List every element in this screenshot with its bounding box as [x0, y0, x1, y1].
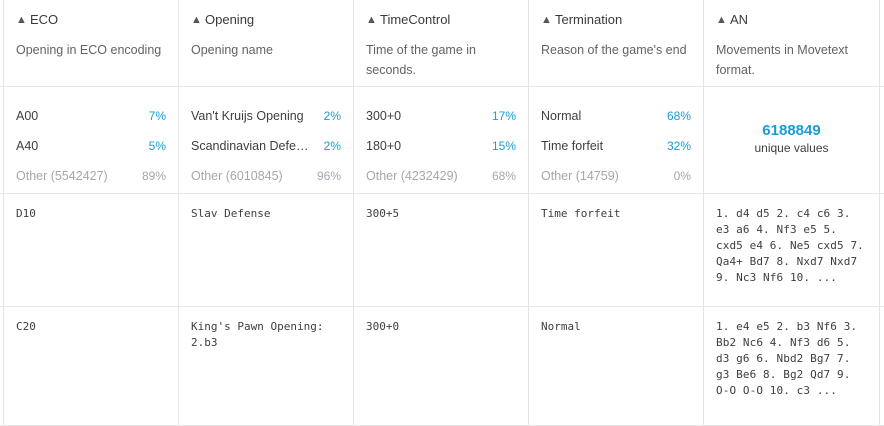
column-stats-opening: Van't Kruijs Opening 2% Scandinavian Def…	[179, 87, 354, 194]
stat-percent: 7%	[148, 109, 166, 123]
column-header-termination[interactable]: ▲ Termination Reason of the game's end	[529, 0, 704, 87]
column-description: Movements in Movetext format.	[716, 43, 848, 77]
table-cell-timecontrol: 300+0	[354, 307, 529, 426]
stat-label: A00	[16, 109, 39, 123]
table-cell-termination: Time forfeit	[529, 194, 704, 307]
stat-percent: 17%	[491, 109, 516, 123]
table-cell-eco: C20	[4, 307, 179, 426]
stat-row-other: Other (6010845) 96%	[191, 161, 341, 191]
stat-row: A00 7%	[16, 101, 166, 131]
stat-percent: 2%	[323, 109, 341, 123]
column-stats-eco: A00 7% A40 5% Other (5542427) 89%	[4, 87, 179, 194]
column-header-eco[interactable]: ▲ ECO Opening in ECO encoding	[4, 0, 179, 87]
stat-label: Normal	[541, 109, 582, 123]
stat-row-other: Other (14759) 0%	[541, 161, 691, 191]
stat-label: Van't Kruijs Opening	[191, 109, 304, 123]
column-name: TimeControl	[380, 12, 451, 27]
stat-row: Time forfeit 32%	[541, 131, 691, 161]
stat-row: A40 5%	[16, 131, 166, 161]
column-stats-an: 6188849 unique values	[704, 87, 880, 194]
column-description: Opening name	[191, 43, 274, 57]
stat-row-other: Other (4232429) 68%	[366, 161, 516, 191]
stat-label: Time forfeit	[541, 139, 604, 153]
column-name: Termination	[555, 12, 623, 27]
stat-row: Van't Kruijs Opening 2%	[191, 101, 341, 131]
stat-percent: 0%	[673, 169, 691, 183]
table-cell-opening: King's Pawn Opening: 2.b3	[179, 307, 354, 426]
stat-percent: 15%	[491, 139, 516, 153]
unique-count: 6188849	[762, 122, 821, 139]
table-cell-an: 1. e4 e5 2. b3 Nf6 3. Bb2 Nc6 4. Nf3 d6 …	[704, 307, 880, 426]
column-stats-timecontrol: 300+0 17% 180+0 15% Other (4232429) 68%	[354, 87, 529, 194]
column-header-timecontrol[interactable]: ▲ TimeControl Time of the game in second…	[354, 0, 529, 87]
stat-percent: 68%	[491, 169, 516, 183]
column-description: Reason of the game's end	[541, 43, 687, 57]
stat-label: Scandinavian Defen...	[191, 139, 313, 153]
stat-label: Other (14759)	[541, 169, 619, 183]
table-cell-an: 1. d4 d5 2. c4 c6 3. e3 a6 4. Nf3 e5 5. …	[704, 194, 880, 307]
table-cell-timecontrol: 300+5	[354, 194, 529, 307]
stat-label: Other (6010845)	[191, 169, 283, 183]
header-edge-right	[880, 0, 884, 87]
stat-percent: 96%	[316, 169, 341, 183]
sort-icon[interactable]: ▲	[541, 14, 552, 26]
column-name: Opening	[205, 12, 255, 27]
stat-label: Other (5542427)	[16, 169, 108, 183]
stat-percent: 5%	[148, 139, 166, 153]
column-stats-termination: Normal 68% Time forfeit 32% Other (14759…	[529, 87, 704, 194]
stat-row: Normal 68%	[541, 101, 691, 131]
table-cell-opening: Slav Defense	[179, 194, 354, 307]
stat-percent: 68%	[666, 109, 691, 123]
stats-edge-right	[880, 87, 884, 194]
data-preview-table: ▲ ECO Opening in ECO encoding ▲ Opening …	[0, 0, 884, 426]
sort-icon[interactable]: ▲	[366, 14, 377, 26]
table-cell-termination: Normal	[529, 307, 704, 426]
column-name: AN	[730, 12, 749, 27]
column-header-opening[interactable]: ▲ Opening Opening name	[179, 0, 354, 87]
stat-label: 300+0	[366, 109, 402, 123]
stat-row: 300+0 17%	[366, 101, 516, 131]
column-description: Time of the game in seconds.	[366, 43, 477, 77]
stat-label: Other (4232429)	[366, 169, 458, 183]
sort-icon[interactable]: ▲	[716, 14, 727, 26]
stat-label: 180+0	[366, 139, 402, 153]
column-header-an[interactable]: ▲ AN Movements in Movetext format.	[704, 0, 880, 87]
stat-percent: 2%	[323, 139, 341, 153]
sort-icon[interactable]: ▲	[191, 14, 202, 26]
unique-label: unique values	[754, 141, 829, 155]
row-edge-right	[880, 307, 884, 426]
stat-row: Scandinavian Defen... 2%	[191, 131, 341, 161]
row-edge-right	[880, 194, 884, 307]
stat-percent: 32%	[666, 139, 691, 153]
sort-icon[interactable]: ▲	[16, 14, 27, 26]
stat-row-other: Other (5542427) 89%	[16, 161, 166, 191]
stat-row: 180+0 15%	[366, 131, 516, 161]
column-name: ECO	[30, 12, 59, 27]
stat-percent: 89%	[141, 169, 166, 183]
column-description: Opening in ECO encoding	[16, 43, 162, 57]
stat-label: A40	[16, 139, 39, 153]
table-cell-eco: D10	[4, 194, 179, 307]
